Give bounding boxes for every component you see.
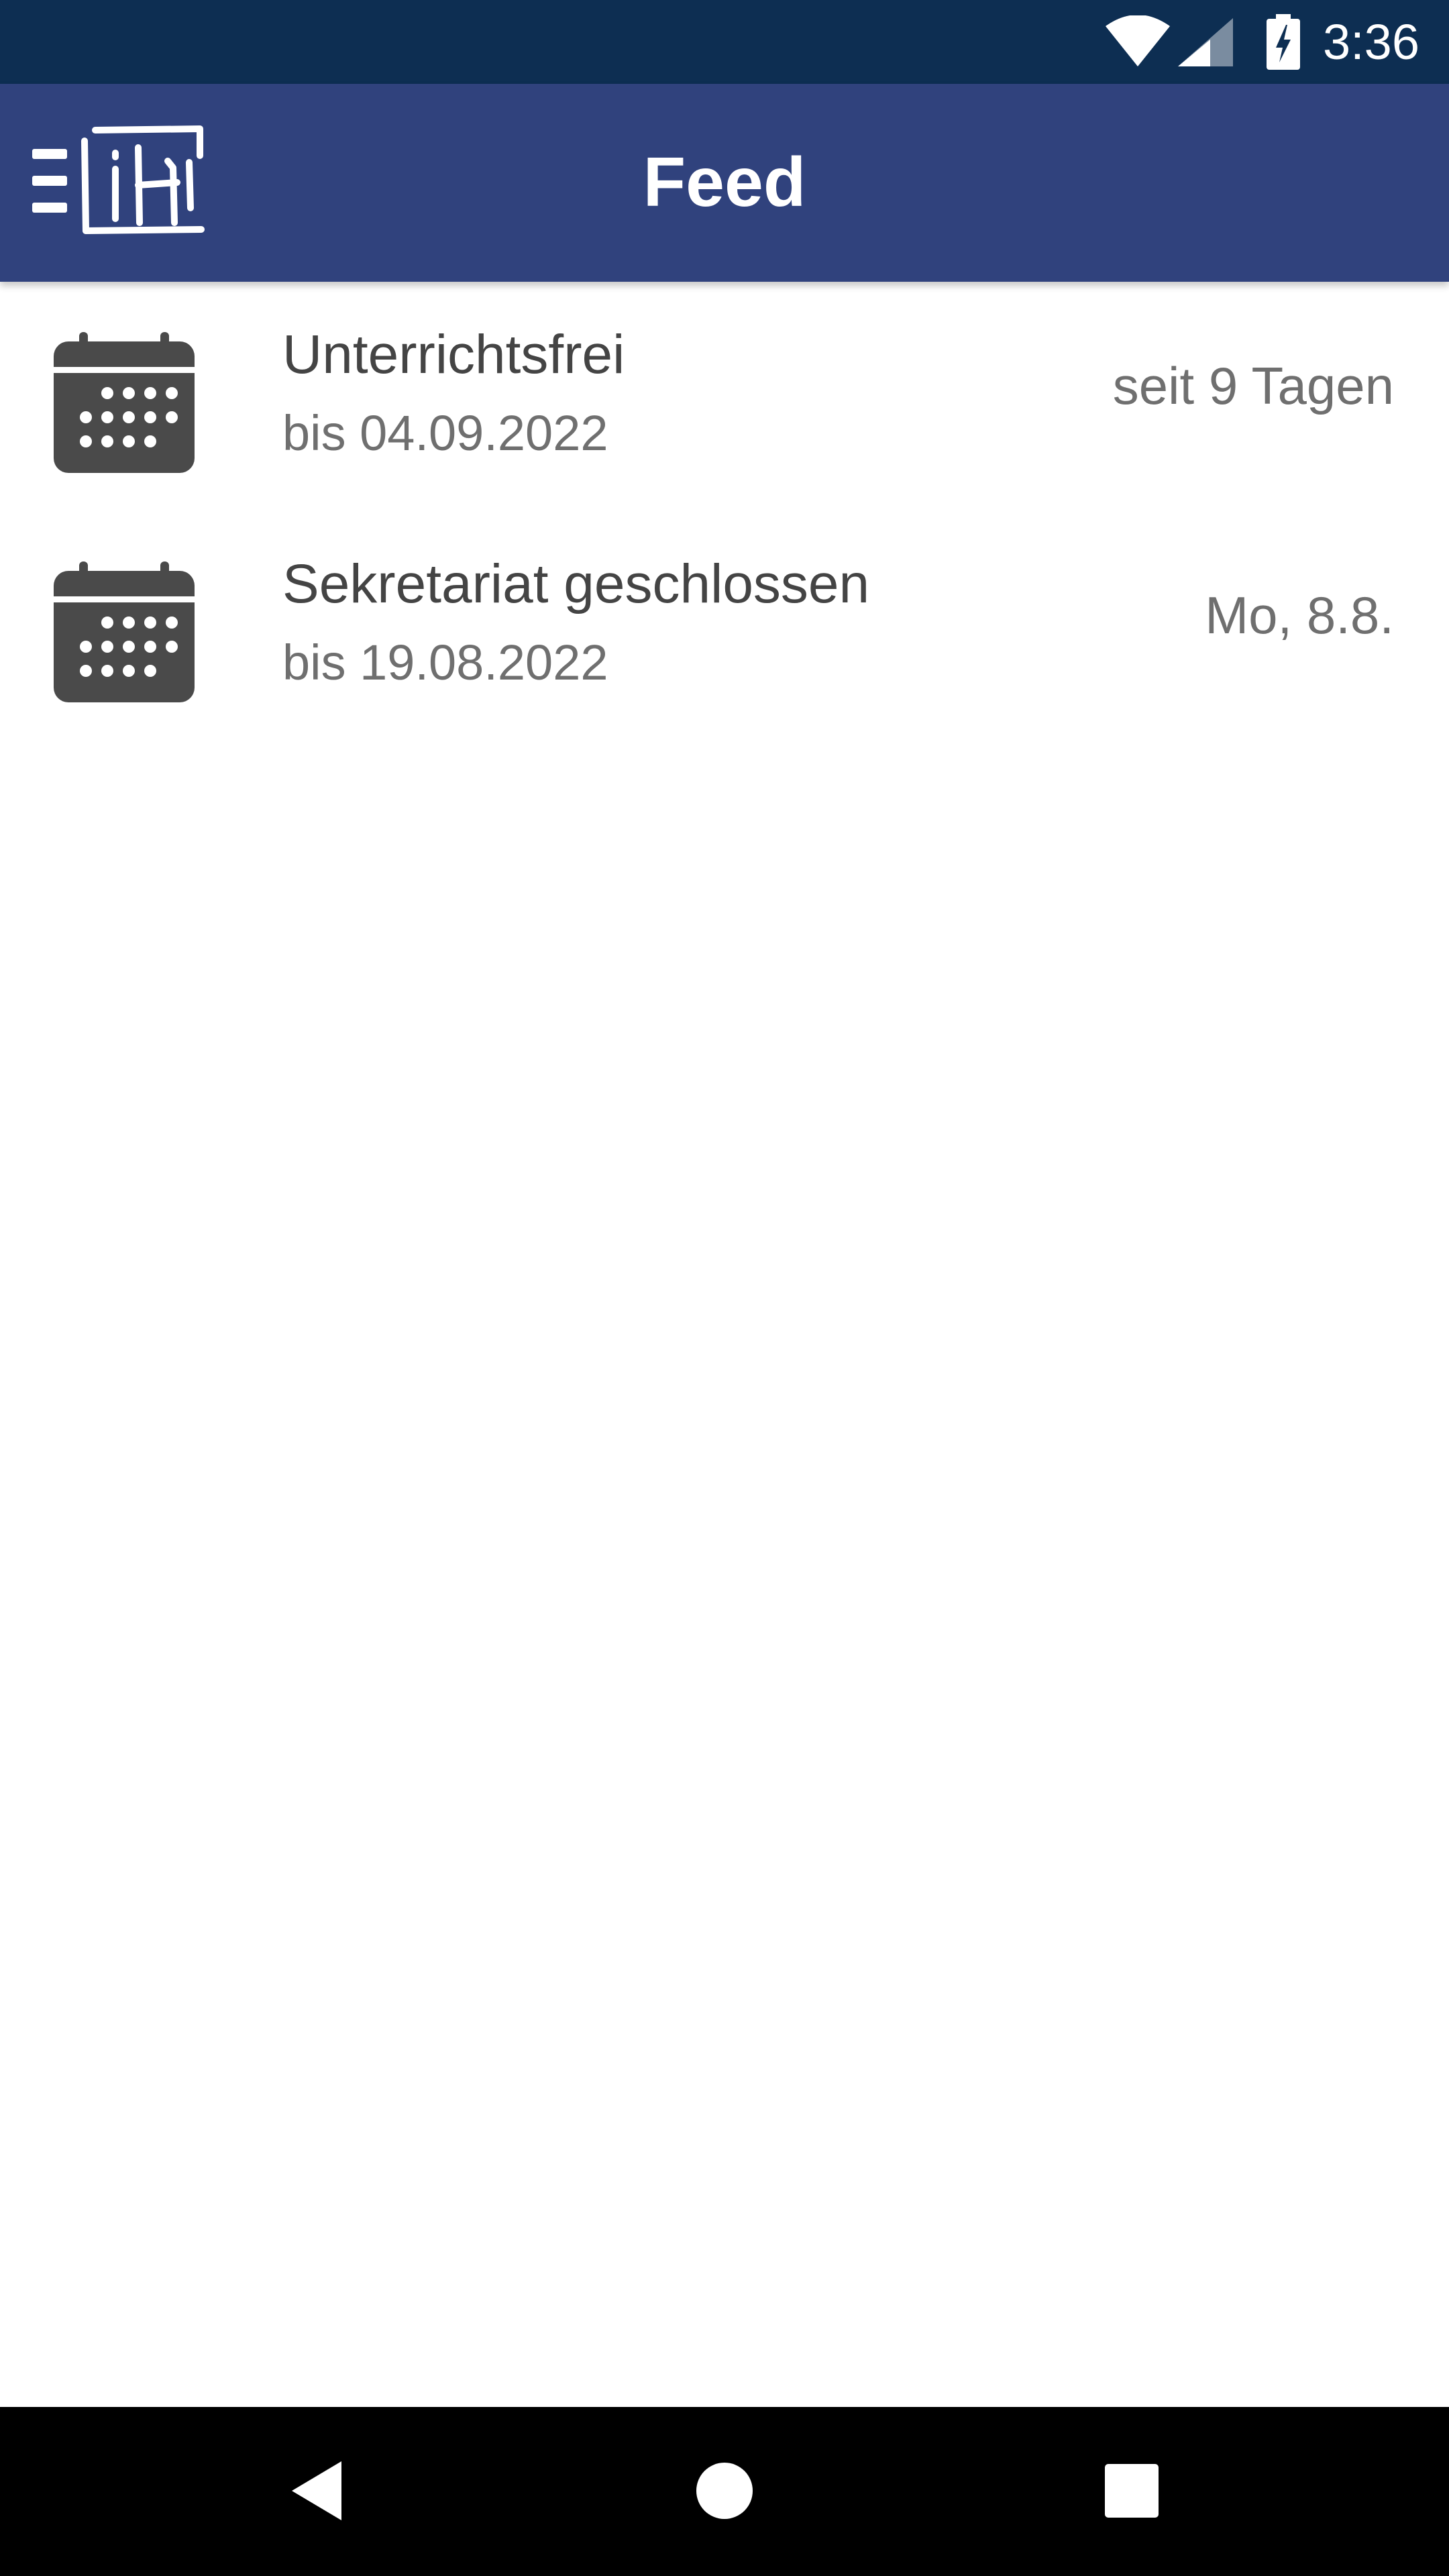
feed-item-date: seit 9 Tagen bbox=[1112, 356, 1394, 415]
feed-list: Unterrichtsfrei bis 04.09.2022 seit 9 Ta… bbox=[0, 282, 1449, 741]
signal-icon bbox=[1177, 17, 1233, 66]
menu-button[interactable] bbox=[20, 121, 215, 245]
feed-item[interactable]: Unterrichtsfrei bis 04.09.2022 seit 9 Ta… bbox=[0, 282, 1449, 511]
school-logo bbox=[81, 125, 205, 234]
feed-item[interactable]: Sekretariat geschlossen bis 19.08.2022 M… bbox=[0, 511, 1449, 741]
feed-item-date: Mo, 8.8. bbox=[1205, 586, 1394, 645]
feed-item-subtitle: bis 19.08.2022 bbox=[282, 635, 608, 690]
recents-button[interactable] bbox=[1075, 2434, 1189, 2548]
status-icons: 3:36 bbox=[1104, 0, 1449, 84]
feed-item-subtitle: bis 04.09.2022 bbox=[282, 405, 608, 461]
status-time: 3:36 bbox=[1322, 14, 1419, 70]
home-icon bbox=[696, 2463, 753, 2519]
calendar-icon bbox=[54, 561, 195, 702]
status-bar: 3:36 bbox=[0, 0, 1449, 84]
back-button[interactable] bbox=[260, 2434, 374, 2548]
app-bar: Feed bbox=[0, 84, 1449, 282]
recents-icon bbox=[1105, 2464, 1159, 2518]
wifi-icon bbox=[1105, 15, 1170, 66]
page-title: Feed bbox=[643, 144, 806, 221]
home-button[interactable] bbox=[667, 2434, 782, 2548]
navigation-bar bbox=[0, 2407, 1449, 2576]
battery-charging-icon bbox=[1266, 13, 1300, 70]
menu-icon bbox=[32, 149, 67, 213]
back-icon bbox=[292, 2461, 341, 2520]
feed-item-title: Unterrichtsfrei bbox=[282, 324, 625, 385]
calendar-icon bbox=[54, 332, 195, 473]
feed-item-title: Sekretariat geschlossen bbox=[282, 553, 870, 614]
